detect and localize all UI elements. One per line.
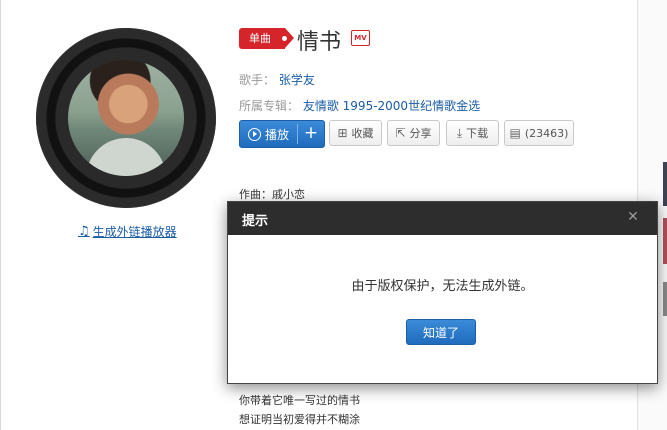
play-label: 播放 [264, 127, 289, 142]
dialog-message: 由于版权保护，无法生成外链。 [351, 279, 534, 294]
share-button[interactable]: ⇱ 分享 [387, 120, 440, 146]
page-border [0, 0, 1, 430]
album-label: 所属专辑： [239, 99, 300, 113]
composer-line: 作曲：戚小恋 [239, 188, 305, 201]
singer-row: 歌手： 张学友 [239, 71, 315, 88]
mv-icon[interactable]: MV [351, 30, 370, 46]
download-label: 下载 [466, 127, 489, 140]
play-button-group: 播放 + [239, 120, 325, 148]
comments-count: (23463) [524, 126, 569, 140]
singer-label: 歌手： [239, 73, 276, 87]
album-cover [68, 60, 184, 176]
folder-plus-icon: ⊞ [337, 126, 348, 140]
collect-label: 收藏 [351, 127, 374, 140]
lyric-line: 你带着它唯一写过的情书 [239, 394, 360, 407]
dialog-title: 提示 [242, 214, 269, 229]
download-button[interactable]: ⤓ 下载 [446, 120, 499, 146]
play-icon [247, 127, 261, 141]
dialog-header: 提示 ✕ [228, 202, 657, 235]
notice-dialog: 提示 ✕ 由于版权保护，无法生成外链。 知道了 [227, 201, 658, 384]
sidebar-thumb[interactable] [663, 162, 667, 206]
lyric-line: 想证明当初爱得并不糊涂 [239, 413, 360, 426]
comments-button[interactable]: ▤ (23463) [504, 120, 574, 146]
album-link[interactable]: 友情歌 1995-2000世纪情歌金选 [303, 99, 480, 113]
song-title: 情书 [297, 30, 342, 55]
add-to-playlist-button[interactable]: + [298, 121, 324, 147]
album-row: 所属专辑： 友情歌 1995-2000世纪情歌金选 [239, 97, 480, 114]
music-note-icon: ♫ [78, 224, 90, 239]
play-button[interactable]: 播放 [240, 121, 297, 147]
sidebar-thumb[interactable] [663, 218, 667, 264]
close-icon[interactable]: ✕ [626, 210, 640, 224]
collect-button[interactable]: ⊞ 收藏 [329, 120, 382, 146]
generate-player-link[interactable]: ♫ 生成外链播放器 [78, 223, 177, 240]
share-label: 分享 [409, 127, 432, 140]
comment-icon: ▤ [509, 126, 521, 140]
song-type-tag: 单曲 [239, 28, 294, 49]
ok-button[interactable]: 知道了 [406, 319, 476, 345]
generate-player-link-label: 生成外链播放器 [92, 225, 177, 239]
share-icon: ⇱ [395, 126, 406, 140]
singer-link[interactable]: 张学友 [279, 73, 315, 87]
download-icon: ⤓ [456, 125, 463, 140]
sidebar-thumb[interactable] [663, 282, 667, 316]
